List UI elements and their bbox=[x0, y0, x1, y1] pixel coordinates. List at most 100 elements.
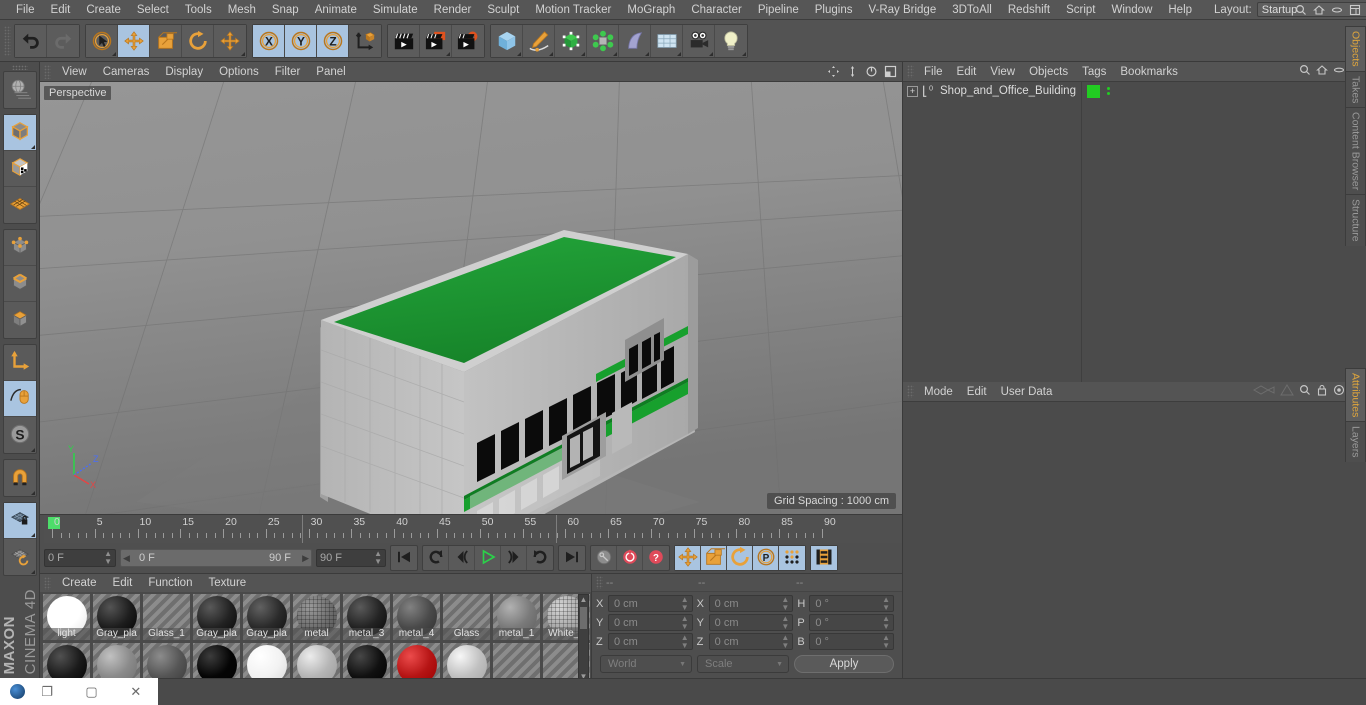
rotate-icon[interactable] bbox=[865, 65, 878, 78]
texture-mode-button[interactable] bbox=[3, 151, 36, 187]
workplane-mode-button[interactable] bbox=[4, 187, 36, 223]
pan-icon[interactable] bbox=[827, 65, 840, 78]
preview-range-bar[interactable]: ◀ 0 F 90 F ▶ bbox=[120, 549, 312, 567]
menu-animate[interactable]: Animate bbox=[307, 0, 365, 20]
menu-render[interactable]: Render bbox=[426, 0, 480, 20]
attribute-menu-edit[interactable]: Edit bbox=[960, 386, 994, 398]
scroll-thumb[interactable] bbox=[580, 607, 587, 629]
object-menu-view[interactable]: View bbox=[983, 66, 1022, 78]
apply-button[interactable]: Apply bbox=[794, 655, 894, 673]
add-mograph-button[interactable] bbox=[587, 24, 619, 57]
menu-edit[interactable]: Edit bbox=[43, 0, 79, 20]
material-menu-function[interactable]: Function bbox=[140, 577, 200, 589]
spinner-icon[interactable]: ▲ ▼ bbox=[681, 595, 689, 612]
model-mode-button[interactable] bbox=[3, 115, 36, 151]
wave-icon[interactable] bbox=[1252, 384, 1275, 399]
go-to-start-button[interactable] bbox=[391, 546, 417, 570]
rot-b-field[interactable]: 0 ° ▲ ▼ bbox=[809, 633, 895, 650]
maximize-view-icon[interactable] bbox=[884, 65, 897, 78]
world-object-axis-button[interactable] bbox=[349, 24, 381, 57]
menu-help[interactable]: Help bbox=[1160, 0, 1200, 20]
snapping-button[interactable]: S bbox=[4, 417, 36, 453]
pos-z-field[interactable]: 0 cm ▲ ▼ bbox=[608, 633, 693, 650]
spinner-icon[interactable]: ▲ ▼ bbox=[104, 550, 112, 566]
rot-p-field[interactable]: 0 ° ▲ ▼ bbox=[809, 614, 895, 631]
move-duplicate-tool[interactable] bbox=[214, 24, 246, 57]
object-menu-tags[interactable]: Tags bbox=[1075, 66, 1113, 78]
spinner-icon[interactable]: ▲ ▼ bbox=[781, 614, 789, 631]
lock-x-axis-button[interactable]: X bbox=[253, 24, 285, 57]
enable-snapping-button[interactable] bbox=[4, 460, 36, 496]
menu-file[interactable]: File bbox=[8, 0, 43, 20]
viewport-menu-display[interactable]: Display bbox=[157, 62, 211, 82]
home-icon[interactable] bbox=[1316, 64, 1328, 79]
coordinates-grip[interactable] bbox=[596, 576, 603, 589]
render-settings-button[interactable] bbox=[452, 24, 484, 57]
size-x-field[interactable]: 0 cm ▲ ▼ bbox=[708, 595, 794, 612]
object-axis-mode-button[interactable] bbox=[3, 345, 36, 381]
material-swatch[interactable]: metal_4 bbox=[393, 594, 440, 640]
points-mode-button[interactable] bbox=[3, 230, 36, 266]
object-menu-objects[interactable]: Objects bbox=[1022, 66, 1075, 78]
side-tab-content-browser[interactable]: Content Browser bbox=[1345, 107, 1366, 195]
triangle-icon[interactable] bbox=[1280, 384, 1294, 399]
material-scrollbar[interactable]: ▲ ▼ bbox=[578, 594, 589, 682]
coordinate-system-select[interactable]: World ▼ bbox=[600, 655, 692, 673]
menu-redshift[interactable]: Redshift bbox=[1000, 0, 1058, 20]
record-scale-button[interactable] bbox=[701, 546, 727, 570]
lock-workplane-button[interactable] bbox=[3, 503, 36, 539]
viewport-menu-cameras[interactable]: Cameras bbox=[95, 62, 158, 82]
side-tab-objects[interactable]: Objects bbox=[1345, 26, 1366, 71]
ellipsis-icon[interactable] bbox=[1333, 64, 1345, 79]
lock-z-axis-button[interactable]: Z bbox=[317, 24, 349, 57]
menu-script[interactable]: Script bbox=[1058, 0, 1103, 20]
rotate-tool[interactable] bbox=[182, 24, 214, 57]
maximize-icon[interactable]: ▢ bbox=[69, 684, 113, 700]
spinner-icon[interactable]: ▲ ▼ bbox=[681, 614, 689, 631]
viewport-menu-view[interactable]: View bbox=[54, 62, 95, 82]
material-swatch[interactable]: metal bbox=[293, 594, 340, 640]
toolbar-grip[interactable] bbox=[4, 25, 11, 56]
timeline-ruler[interactable]: 0 5 10 15 20 25 30 35 40 45 50 55 60 65 70 75 80 85 90 bbox=[44, 515, 902, 543]
side-tab-layers[interactable]: Layers bbox=[1345, 421, 1366, 462]
menu-plugins[interactable]: Plugins bbox=[807, 0, 861, 20]
menu-3dtoall[interactable]: 3DToAll bbox=[944, 0, 1000, 20]
menu-select[interactable]: Select bbox=[129, 0, 177, 20]
maximize-icon[interactable] bbox=[1348, 3, 1362, 17]
go-to-end-button[interactable] bbox=[559, 546, 585, 570]
undo-view-button[interactable] bbox=[4, 72, 36, 108]
spinner-icon[interactable]: ▲ ▼ bbox=[681, 633, 689, 650]
record-keyframe-button[interactable] bbox=[591, 546, 617, 570]
material-tag[interactable] bbox=[1086, 84, 1100, 98]
close-icon[interactable]: ✕ bbox=[114, 684, 158, 700]
viewport-menu-panel[interactable]: Panel bbox=[308, 62, 353, 82]
add-spline-button[interactable] bbox=[523, 24, 555, 57]
add-camera-button[interactable] bbox=[683, 24, 715, 57]
menu-motion-tracker[interactable]: Motion Tracker bbox=[527, 0, 619, 20]
scale-tool[interactable] bbox=[150, 24, 182, 57]
object-row[interactable]: +0 Shop_and_Office_Building bbox=[903, 82, 1366, 100]
menu-v-ray-bridge[interactable]: V-Ray Bridge bbox=[860, 0, 944, 20]
material-swatch[interactable]: Glass_1 bbox=[143, 594, 190, 640]
spinner-icon[interactable]: ▲ ▼ bbox=[882, 595, 890, 612]
menu-character[interactable]: Character bbox=[683, 0, 750, 20]
viewport-solo-button[interactable] bbox=[3, 381, 36, 417]
scroll-up-icon[interactable]: ▲ bbox=[580, 595, 588, 604]
add-light-button[interactable] bbox=[715, 24, 747, 57]
lock-icon[interactable] bbox=[1316, 384, 1328, 399]
play-button[interactable] bbox=[475, 546, 501, 570]
add-deformer-button[interactable] bbox=[619, 24, 651, 57]
move-tool[interactable] bbox=[118, 24, 150, 57]
lock-y-axis-button[interactable]: Y bbox=[285, 24, 317, 57]
material-swatch[interactable]: Gray_pla bbox=[93, 594, 140, 640]
material-menu-texture[interactable]: Texture bbox=[200, 577, 254, 589]
planar-workplane-button[interactable] bbox=[4, 539, 36, 575]
render-view-button[interactable] bbox=[388, 24, 420, 57]
undo-button[interactable] bbox=[15, 24, 47, 57]
play-forward-loop-button[interactable] bbox=[527, 546, 553, 570]
menu-create[interactable]: Create bbox=[78, 0, 129, 20]
attribute-menu-mode[interactable]: Mode bbox=[917, 386, 960, 398]
left-palette-grip[interactable] bbox=[11, 65, 28, 70]
pos-y-field[interactable]: 0 cm ▲ ▼ bbox=[608, 614, 693, 631]
dolly-icon[interactable] bbox=[846, 65, 859, 78]
